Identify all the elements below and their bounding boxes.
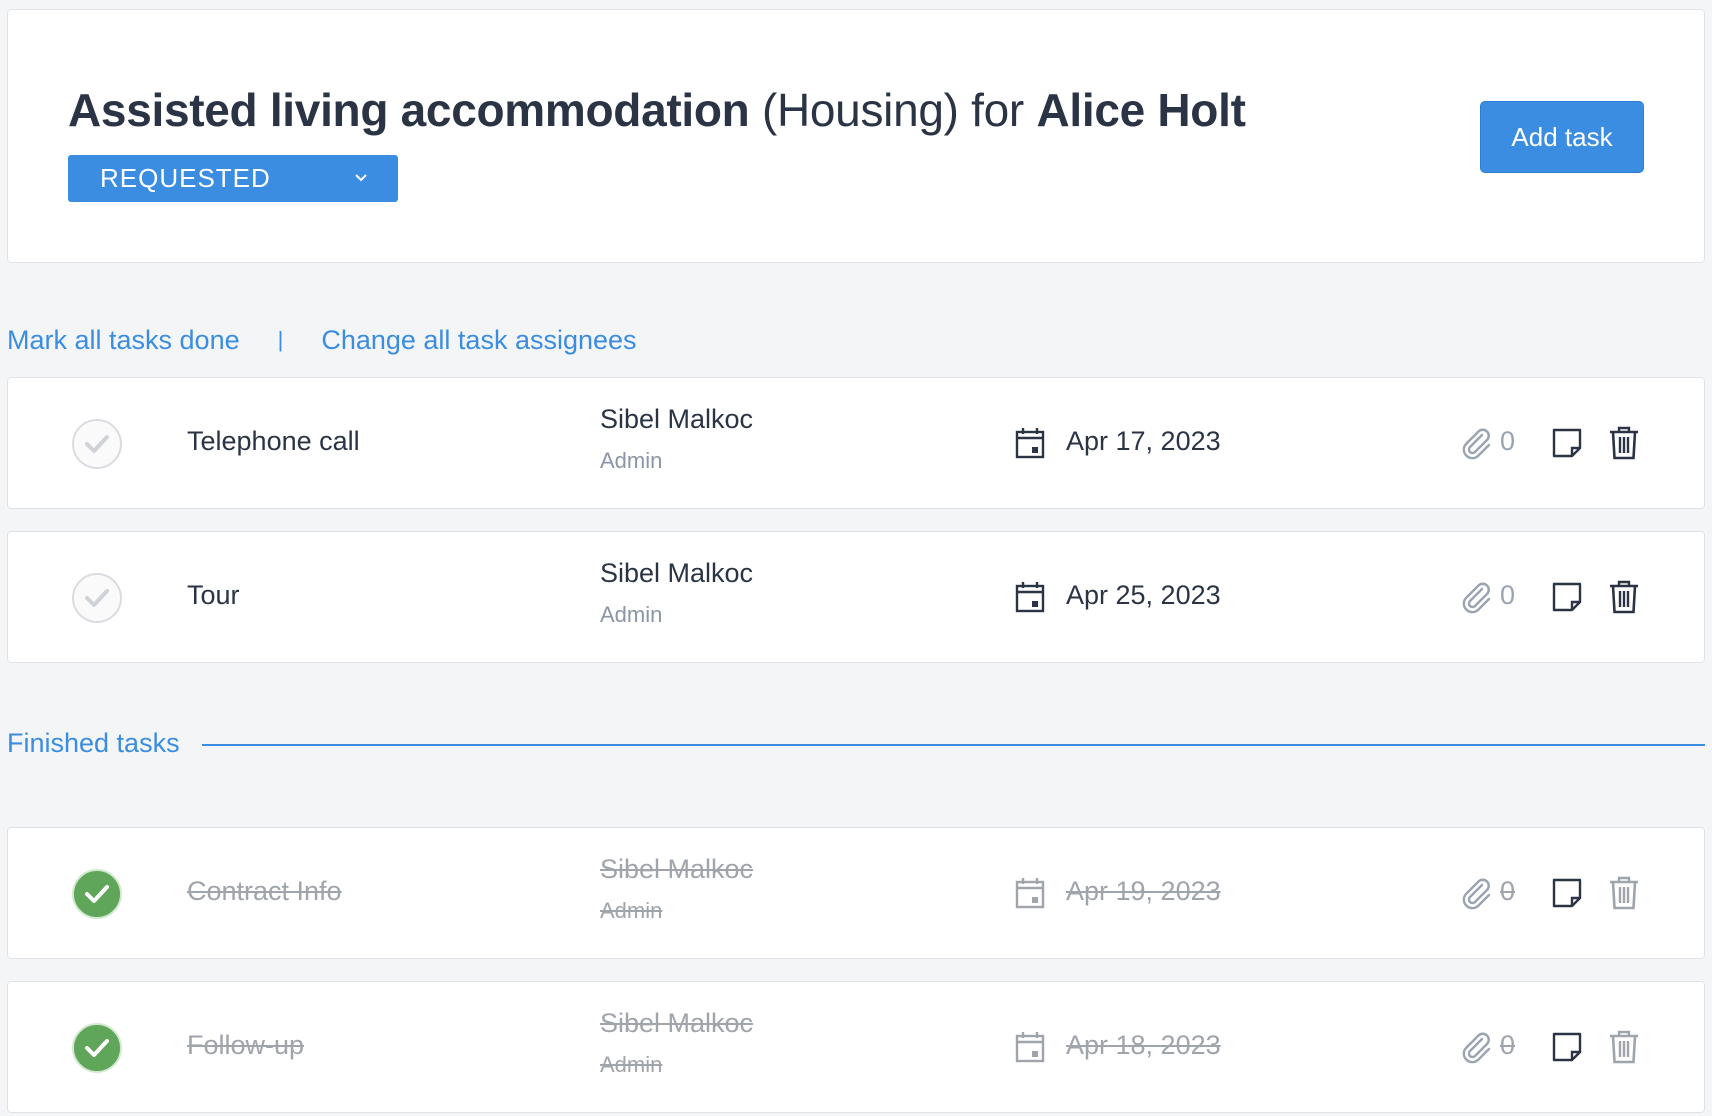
assignee-role: Admin <box>600 898 663 923</box>
note-icon[interactable] <box>1552 428 1582 458</box>
attachment-count: 0 <box>1500 1030 1516 1060</box>
trash-icon[interactable] <box>1609 426 1639 460</box>
checkmark-icon <box>85 589 109 607</box>
task-row: Telephone call Sibel Malkoc Admin Apr 17… <box>7 377 1705 509</box>
task-name[interactable]: Tour <box>187 580 240 611</box>
checkmark-icon <box>85 885 109 903</box>
paperclip-icon[interactable] <box>1459 876 1493 910</box>
task-complete-toggle[interactable] <box>72 869 122 919</box>
calendar-icon <box>1015 1032 1045 1063</box>
attachment-count: 0 <box>1500 876 1516 906</box>
page-title: Assisted living accommodation (Housing) … <box>68 82 1246 138</box>
trash-icon[interactable] <box>1609 580 1639 614</box>
title-for-word: for <box>971 84 1024 136</box>
note-icon[interactable] <box>1552 582 1582 612</box>
task-assignee[interactable]: Sibel Malkoc <box>600 1008 753 1039</box>
note-icon[interactable] <box>1552 1032 1582 1062</box>
chevron-down-icon <box>355 174 367 182</box>
task-complete-toggle[interactable] <box>72 573 122 623</box>
task-name[interactable]: Telephone call <box>187 426 360 457</box>
calendar-icon <box>1015 878 1045 909</box>
task-type-title: Assisted living accommodation <box>68 84 750 136</box>
task-row: Tour Sibel Malkoc Admin Apr 25, 2023 0 <box>7 531 1705 663</box>
paperclip-icon[interactable] <box>1459 426 1493 460</box>
status-value: REQUESTED <box>100 163 271 193</box>
paperclip-icon[interactable] <box>1459 1030 1493 1064</box>
assignee-role: Admin <box>600 602 663 627</box>
task-due-date[interactable]: Apr 19, 2023 <box>1066 876 1221 907</box>
add-task-button[interactable]: Add task <box>1480 101 1644 173</box>
task-complete-toggle[interactable] <box>72 1023 122 1073</box>
finished-task-row: Follow-up Sibel Malkoc Admin Apr 18, 202… <box>7 981 1705 1113</box>
task-category: (Housing) <box>761 84 959 136</box>
mark-all-done-link[interactable]: Mark all tasks done <box>7 325 240 356</box>
attachment-count: 0 <box>1500 426 1516 456</box>
client-name: Alice Holt <box>1036 84 1246 136</box>
checkmark-icon <box>85 1039 109 1057</box>
trash-icon[interactable] <box>1609 876 1639 910</box>
service-header-card: Assisted living accommodation (Housing) … <box>7 9 1705 263</box>
task-due-date[interactable]: Apr 17, 2023 <box>1066 426 1221 457</box>
trash-icon[interactable] <box>1609 1030 1639 1064</box>
task-name[interactable]: Contract Info <box>187 876 342 907</box>
calendar-icon <box>1015 428 1045 459</box>
status-dropdown[interactable]: REQUESTED <box>68 155 398 202</box>
bulk-actions-bar: Mark all tasks done | Change all task as… <box>7 322 637 358</box>
note-icon[interactable] <box>1552 878 1582 908</box>
finished-tasks-heading: Finished tasks <box>7 728 180 758</box>
task-due-date[interactable]: Apr 18, 2023 <box>1066 1030 1221 1061</box>
task-assignee[interactable]: Sibel Malkoc <box>600 558 753 589</box>
paperclip-icon[interactable] <box>1459 580 1493 614</box>
finished-tasks-divider <box>202 744 1705 746</box>
change-assignees-link[interactable]: Change all task assignees <box>321 325 636 356</box>
assignee-role: Admin <box>600 1052 663 1077</box>
task-due-date[interactable]: Apr 25, 2023 <box>1066 580 1221 611</box>
task-assignee[interactable]: Sibel Malkoc <box>600 404 753 435</box>
attachment-count: 0 <box>1500 580 1516 610</box>
assignee-role: Admin <box>600 448 663 473</box>
finished-task-row: Contract Info Sibel Malkoc Admin Apr 19,… <box>7 827 1705 959</box>
checkmark-icon <box>85 435 109 453</box>
calendar-icon <box>1015 582 1045 613</box>
task-name[interactable]: Follow-up <box>187 1030 304 1061</box>
task-page: Assisted living accommodation (Housing) … <box>0 0 1712 1116</box>
task-assignee[interactable]: Sibel Malkoc <box>600 854 753 885</box>
action-separator: | <box>277 327 284 352</box>
task-complete-toggle[interactable] <box>72 419 122 469</box>
